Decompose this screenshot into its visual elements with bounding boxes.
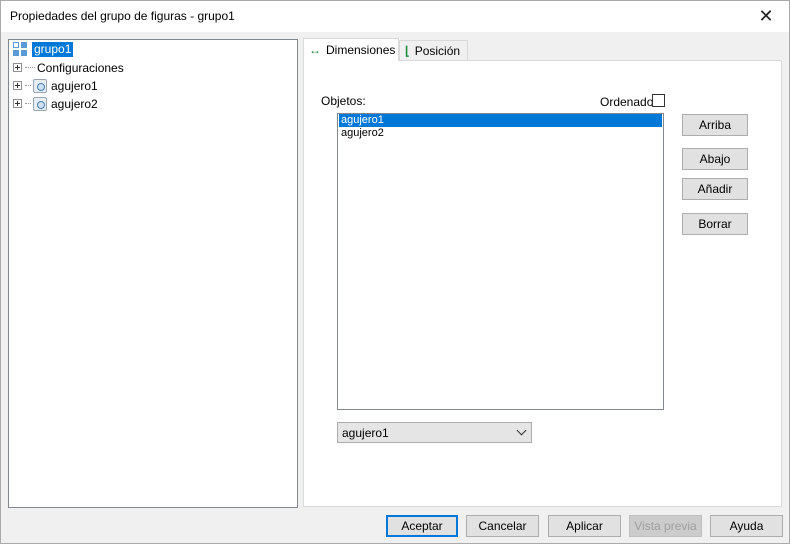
dimension-arrows-icon: ↔ <box>309 43 321 57</box>
tree-connector <box>25 85 31 86</box>
object-select-value: agujero1 <box>342 425 389 440</box>
tree-connector <box>25 103 31 104</box>
accept-button[interactable]: Aceptar <box>386 515 458 537</box>
tab-posicion[interactable]: ⌊ Posición <box>399 40 468 61</box>
up-button[interactable]: Arriba <box>682 114 748 136</box>
title-bar: Propiedades del grupo de figuras - grupo… <box>1 1 789 32</box>
hole-icon <box>33 78 47 93</box>
tree-root-label: grupo1 <box>32 42 74 57</box>
tree-item-label: agujero1 <box>51 78 98 93</box>
apply-button[interactable]: Aplicar <box>548 515 621 537</box>
list-item[interactable]: agujero2 <box>339 127 662 140</box>
tab-label: Dimensiones <box>326 43 396 57</box>
cancel-button[interactable]: Cancelar <box>466 515 539 537</box>
ordered-label: Ordenado <box>600 95 654 109</box>
dialog-window: Propiedades del grupo de figuras - grupo… <box>0 0 790 544</box>
expand-icon[interactable] <box>13 81 22 90</box>
tree-item-root[interactable]: grupo1 <box>13 41 74 58</box>
close-button[interactable]: ✕ <box>743 1 789 32</box>
objects-listbox[interactable]: agujero1 agujero2 <box>337 113 664 410</box>
hole-icon <box>33 96 47 111</box>
tree-item-label: agujero2 <box>51 96 98 111</box>
tab-label: Posición <box>414 44 461 58</box>
tree-item-agujero2[interactable]: agujero2 <box>13 95 98 112</box>
help-button[interactable]: Ayuda <box>710 515 783 537</box>
expand-icon[interactable] <box>13 99 22 108</box>
position-axes-icon: ⌊ <box>405 44 410 58</box>
tree-item-label: Configuraciones <box>37 60 124 75</box>
down-button[interactable]: Abajo <box>682 148 748 170</box>
object-select[interactable]: agujero1 <box>337 422 532 443</box>
window-title: Propiedades del grupo de figuras - grupo… <box>10 9 235 23</box>
tab-dimensiones[interactable]: ↔ Dimensiones <box>303 38 399 61</box>
expand-icon[interactable] <box>13 63 22 72</box>
close-icon: ✕ <box>758 6 774 26</box>
chevron-down-icon <box>516 425 527 436</box>
delete-button[interactable]: Borrar <box>682 213 748 235</box>
tree-view[interactable]: grupo1 Configuraciones agujero1 agujero2 <box>8 39 298 508</box>
list-item[interactable]: agujero1 <box>339 114 662 127</box>
tree-item-agujero1[interactable]: agujero1 <box>13 77 98 94</box>
tree-connector <box>25 67 35 68</box>
objects-label: Objetos: <box>321 94 366 108</box>
group-icon <box>13 41 29 58</box>
add-button[interactable]: Añadir <box>682 178 748 200</box>
preview-button: Vista previa <box>629 515 702 537</box>
ordered-checkbox[interactable] <box>652 94 665 107</box>
tree-item-configuraciones[interactable]: Configuraciones <box>13 59 124 76</box>
